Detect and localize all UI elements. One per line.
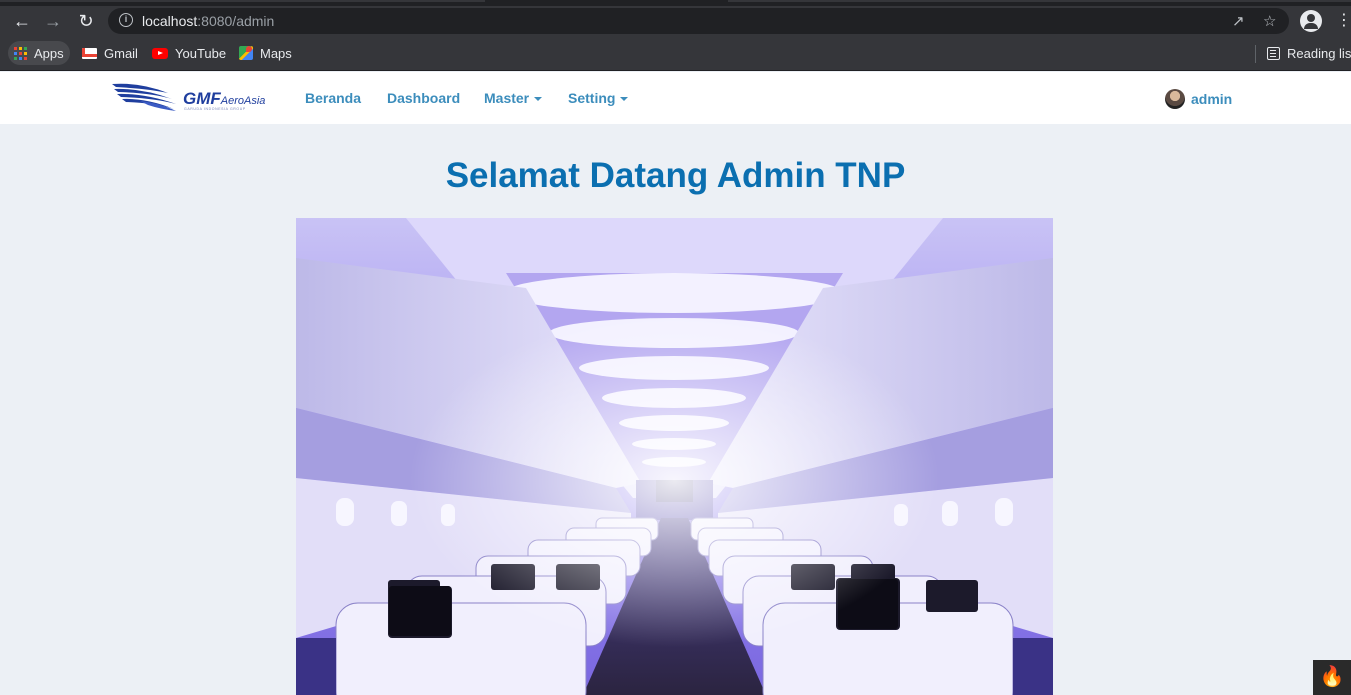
url-path: :8080/admin (197, 13, 275, 29)
youtube-icon (152, 47, 168, 59)
bookmark-maps[interactable]: Maps (233, 41, 298, 65)
user-avatar (1165, 89, 1185, 109)
debug-toolbar-flame-icon[interactable]: 🔥 (1313, 660, 1351, 695)
gmf-bird-logo-icon (112, 83, 176, 111)
user-menu[interactable]: admin (1165, 89, 1232, 109)
nav-dashboard[interactable]: Dashboard (387, 90, 460, 106)
bookmarks-bar: Apps Gmail YouTube Maps Reading list (0, 36, 1351, 71)
tab-edge (0, 0, 485, 2)
hero-image-cabin (296, 218, 1053, 695)
caret-down-icon (534, 97, 543, 102)
bookmark-star-icon[interactable]: ☆ (1263, 12, 1276, 30)
logo-aeroasia: AeroAsia (220, 95, 266, 107)
profile-avatar-icon[interactable] (1300, 10, 1322, 32)
bookmark-label: YouTube (175, 45, 227, 61)
nav-label: Dashboard (387, 90, 461, 106)
logo-gmf: GMF (183, 89, 221, 108)
page-title: Selamat Datang Admin TNP (445, 156, 906, 195)
gmf-logo[interactable]: GMFAeroAsia GARUDA INDONESIA GROUP (110, 77, 275, 117)
forward-icon[interactable]: → (41, 9, 65, 33)
bookmark-label: Maps (260, 45, 292, 61)
nav-setting-dropdown[interactable]: Setting (568, 90, 629, 106)
user-name: admin (1191, 91, 1233, 107)
browser-toolbar: ← → ↻ i localhost:8080/admin ↗ ☆ ⋮ (0, 6, 1351, 36)
maps-icon (239, 46, 253, 60)
address-bar[interactable]: i localhost:8080/admin ↗ ☆ (108, 8, 1289, 34)
gmail-icon (82, 47, 97, 59)
nav-beranda[interactable]: Beranda (305, 90, 361, 106)
bookmark-label: Gmail (104, 45, 138, 61)
nav-master-dropdown[interactable]: Master (484, 90, 543, 106)
bookmark-youtube[interactable]: YouTube (146, 41, 232, 65)
url-host: localhost (142, 13, 198, 29)
logo-tagline: GARUDA INDONESIA GROUP (184, 107, 246, 111)
share-icon[interactable]: ↗ (1232, 12, 1245, 30)
apps-grid-icon (14, 46, 27, 60)
reading-list-button[interactable]: Reading list (1261, 41, 1351, 65)
back-icon[interactable]: ← (10, 9, 34, 33)
caret-down-icon (620, 97, 629, 102)
reading-list-icon (1267, 46, 1280, 60)
nav-label: Setting (568, 90, 616, 106)
app-navbar: GMFAeroAsia GARUDA INDONESIA GROUP Beran… (0, 72, 1351, 124)
nav-label: Beranda (305, 90, 362, 106)
bookmark-apps[interactable]: Apps (8, 41, 70, 65)
logo-wordmark: GMFAeroAsia (183, 89, 265, 109)
bookmarks-divider (1255, 45, 1256, 63)
site-info-icon[interactable]: i (119, 13, 133, 27)
bookmark-gmail[interactable]: Gmail (76, 41, 144, 65)
tab-edge (728, 0, 1351, 2)
url-text[interactable]: localhost:8080/admin (142, 13, 274, 29)
menu-kebab-icon[interactable]: ⋮ (1332, 9, 1351, 33)
bookmark-label: Apps (34, 45, 64, 61)
aircraft-cabin-illustration (296, 218, 1053, 695)
reload-icon[interactable]: ↻ (74, 9, 98, 33)
nav-label: Master (484, 90, 530, 106)
reading-list-label: Reading list (1287, 45, 1351, 61)
